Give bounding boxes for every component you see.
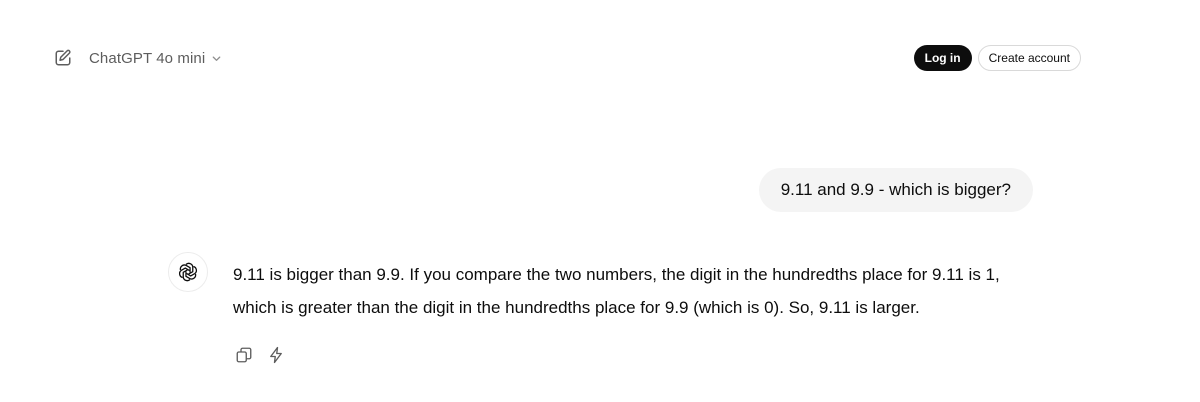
model-name: ChatGPT 4o mini (89, 49, 206, 67)
login-button[interactable]: Log in (913, 45, 972, 71)
new-chat-button[interactable] (50, 45, 76, 71)
create-account-button[interactable]: Create account (977, 45, 1081, 71)
model-selector[interactable]: ChatGPT 4o mini (89, 46, 222, 70)
regenerate-button[interactable] (264, 343, 288, 367)
header-actions: Log in Create account (913, 45, 1081, 71)
edit-square-icon (55, 49, 71, 66)
message-actions (232, 343, 288, 367)
chat-page: ChatGPT 4o mini Log in Create account 9.… (0, 0, 1200, 402)
openai-logo-icon (168, 252, 208, 292)
chevron-down-icon (211, 53, 222, 64)
lightning-icon (270, 346, 282, 364)
copy-button[interactable] (232, 343, 256, 367)
user-message-text: 9.11 and 9.9 - which is bigger? (780, 180, 1011, 199)
assistant-message-text: 9.11 is bigger than 9.9. If you compare … (233, 265, 1000, 317)
user-message-bubble: 9.11 and 9.9 - which is bigger? (758, 168, 1033, 212)
copy-icon (236, 347, 252, 363)
